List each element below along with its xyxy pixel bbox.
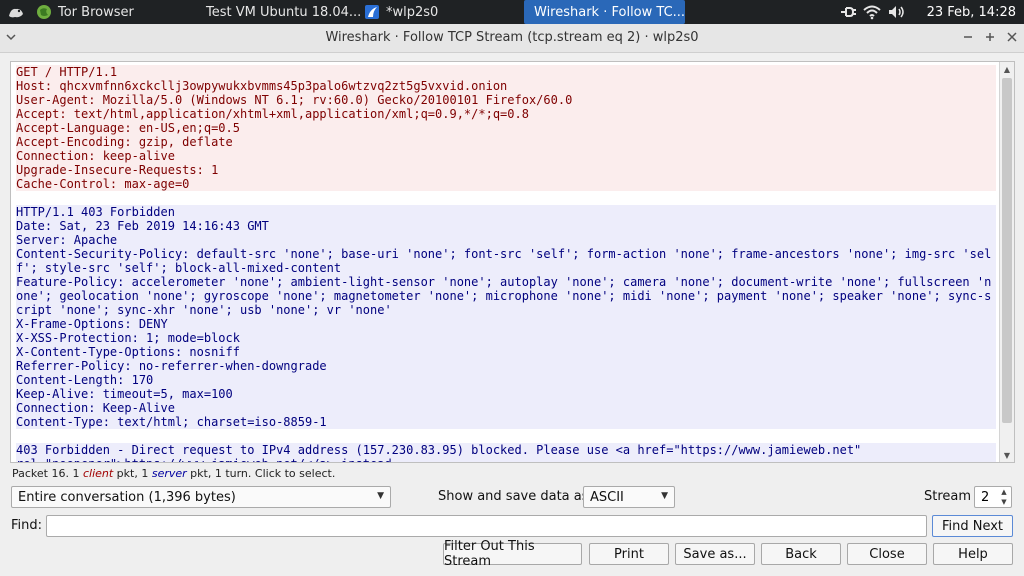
taskbar-task-label: *wlp2s0 — [386, 4, 439, 20]
filter-out-stream-button[interactable]: Filter Out This Stream — [443, 539, 582, 569]
minimize-icon[interactable] — [960, 28, 976, 46]
xfce-menu-icon — [9, 8, 23, 18]
conversation-select[interactable]: Entire conversation (1,396 bytes) ▼ — [11, 486, 391, 508]
status-client: client — [82, 467, 114, 480]
stream-label: Stream — [924, 489, 972, 504]
taskbar-wireshark-follow[interactable]: Wireshark · Follow TC... — [524, 0, 685, 24]
maximize-icon[interactable] — [982, 28, 998, 46]
server-stream-line: rel="noopener">https://www.jamieweb.net/… — [16, 457, 996, 462]
print-button[interactable]: Print — [589, 543, 669, 565]
server-stream-line: Content-Type: text/html; charset=iso-885… — [16, 415, 996, 429]
client-stream-line: User-Agent: Mozilla/5.0 (Windows NT 6.1;… — [16, 93, 996, 107]
taskbar-task-label: Wireshark · Follow TC... — [534, 4, 685, 20]
window-titlebar[interactable]: Wireshark · Follow TCP Stream (tcp.strea… — [0, 24, 1024, 53]
server-stream-line: X-Content-Type-Options: nosniff — [16, 345, 996, 359]
stream-blank-line — [16, 429, 996, 443]
packet-status[interactable]: Packet 16. 1 client pkt, 1 server pkt, 1… — [12, 467, 335, 480]
client-stream-line: Connection: keep-alive — [16, 149, 996, 163]
stream-content-area[interactable]: GET / HTTP/1.1 Host: qhcxvmfnn6xckcllj3ow… — [10, 61, 1015, 463]
client-stream-line: Cache-Control: max-age=0 — [16, 177, 996, 191]
scroll-thumb[interactable] — [1002, 78, 1012, 423]
server-stream-line: Date: Sat, 23 Feb 2019 14:16:43 GMT — [16, 219, 996, 233]
server-stream-line: Referrer-Policy: no-referrer-when-downgr… — [16, 359, 996, 373]
client-stream-line: Accept-Language: en-US,en;q=0.5 — [16, 121, 996, 135]
wifi-icon[interactable] — [862, 4, 881, 20]
server-stream-line: X-Frame-Options: DENY — [16, 317, 996, 331]
find-next-button[interactable]: Find Next — [932, 515, 1013, 537]
server-stream-line: X-XSS-Protection: 1; mode=block — [16, 331, 996, 345]
app-menu-button[interactable] — [0, 0, 32, 24]
taskbar: Tor Browser Test VM Ubuntu 18.04... *wlp… — [0, 0, 1024, 24]
wireshark-fin-icon — [365, 5, 379, 19]
show-save-label: Show and save data as — [438, 489, 589, 504]
client-stream-line: Upgrade-Insecure-Requests: 1 — [16, 163, 996, 177]
status-text: pkt, 1 — [113, 467, 152, 480]
data-format-select[interactable]: ASCII ▼ — [583, 486, 675, 508]
clock[interactable]: 23 Feb, 14:28 — [927, 5, 1016, 20]
power-plug-icon[interactable] — [839, 5, 857, 19]
server-stream-line: Keep-Alive: timeout=5, max=100 — [16, 387, 996, 401]
server-stream-line: Connection: Keep-Alive — [16, 401, 996, 415]
client-stream-line: Accept-Encoding: gzip, deflate — [16, 135, 996, 149]
find-input[interactable] — [46, 515, 927, 537]
save-as-button[interactable]: Save as... — [675, 543, 755, 565]
spin-down-icon[interactable]: ▼ — [999, 497, 1009, 507]
stream-blank-line — [16, 191, 996, 205]
server-stream-line: HTTP/1.1 403 Forbidden — [16, 205, 996, 219]
taskbar-task-label: Test VM Ubuntu 18.04... — [206, 4, 360, 20]
client-stream-line: GET / HTTP/1.1 — [16, 65, 996, 79]
taskbar-tor-browser[interactable]: Tor Browser — [36, 0, 196, 24]
volume-icon[interactable] — [887, 4, 907, 20]
stream-number-value: 2 — [981, 490, 990, 505]
server-stream-line: Content-Length: 170 — [16, 373, 996, 387]
vertical-scrollbar[interactable]: ▲ ▼ — [999, 62, 1014, 462]
close-button[interactable]: Close — [847, 543, 927, 565]
data-format-value: ASCII — [590, 490, 624, 505]
back-button[interactable]: Back — [761, 543, 841, 565]
spin-up-icon[interactable]: ▲ — [999, 487, 1009, 497]
server-stream-line: Content-Security-Policy: default-src 'no… — [16, 247, 996, 275]
taskbar-test-vm[interactable]: Test VM Ubuntu 18.04... — [200, 0, 360, 24]
server-stream-line: 403 Forbidden - Direct request to IPv4 a… — [16, 443, 996, 457]
chevron-down-icon: ▼ — [377, 491, 384, 501]
find-label: Find: — [11, 518, 43, 533]
server-stream-line: Server: Apache — [16, 233, 996, 247]
stream-number-spinbox[interactable]: 2 ▲ ▼ — [974, 486, 1012, 508]
system-tray: 23 Feb, 14:28 — [839, 0, 1024, 24]
server-stream-line: Feature-Policy: accelerometer 'none'; am… — [16, 275, 996, 317]
client-stream-line: Accept: text/html,application/xhtml+xml,… — [16, 107, 996, 121]
scroll-down-icon[interactable]: ▼ — [1000, 448, 1014, 462]
taskbar-wireshark-main[interactable]: *wlp2s0 — [364, 0, 474, 24]
stream-text[interactable]: GET / HTTP/1.1 Host: qhcxvmfnn6xckcllj3ow… — [16, 65, 996, 462]
scroll-up-icon[interactable]: ▲ — [1000, 62, 1014, 76]
status-text: Packet 16. 1 — [12, 467, 83, 480]
close-icon[interactable] — [1004, 28, 1020, 46]
window-title: Wireshark · Follow TCP Stream (tcp.strea… — [325, 30, 699, 45]
client-stream-line: Host: qhcxvmfnn6xckcllj3owpywukxbvmms45p… — [16, 79, 996, 93]
help-button[interactable]: Help — [933, 543, 1013, 565]
status-text: pkt, 1 turn. Click to select. — [186, 467, 336, 480]
conversation-select-value: Entire conversation (1,396 bytes) — [18, 490, 236, 505]
globe-icon — [37, 5, 51, 19]
taskbar-task-label: Tor Browser — [58, 4, 134, 20]
chevron-down-icon: ▼ — [661, 491, 668, 501]
status-server: server — [151, 467, 187, 480]
